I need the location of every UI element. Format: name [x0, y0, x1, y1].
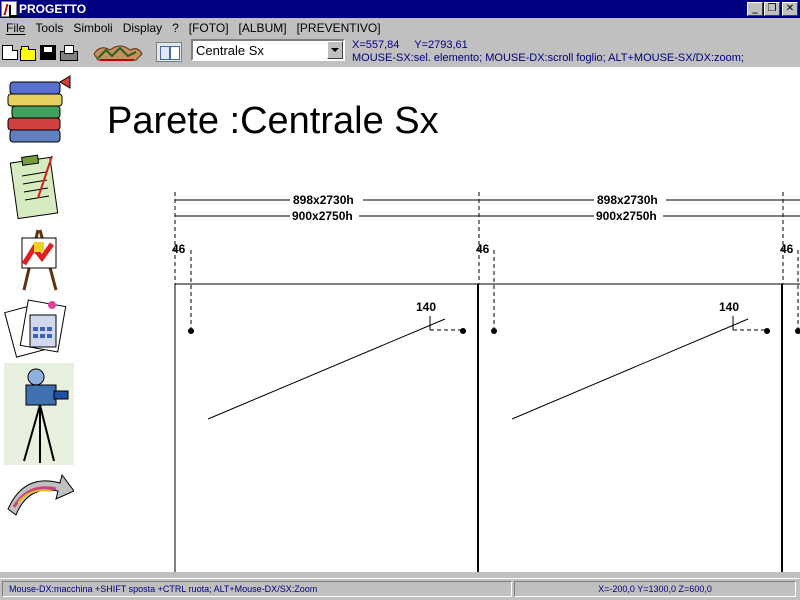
restore-button[interactable]: ❐ — [764, 2, 780, 16]
offset-label: 46 — [172, 242, 186, 256]
menu-file[interactable]: File — [0, 21, 30, 35]
window-title: PROGETTO — [19, 2, 87, 16]
anchor-point[interactable] — [188, 328, 194, 334]
opening-diagonal — [511, 318, 749, 420]
wall-selector-dropdown[interactable]: Centrale Sx — [191, 39, 345, 61]
arrow-banner-icon[interactable] — [4, 469, 74, 523]
wall-selector-value: Centrale Sx — [196, 43, 264, 58]
mark-label: 140 — [416, 300, 436, 314]
app-icon[interactable] — [1, 1, 17, 17]
opening-diagonal — [207, 318, 446, 420]
camera-tripod-icon[interactable] — [4, 363, 74, 465]
menu-help[interactable]: ? — [167, 21, 184, 35]
coord-y: Y=2793,61 — [414, 39, 468, 51]
status-bar: Mouse-DX:macchina +SHIFT sposta +CTRL ru… — [0, 578, 800, 598]
close-button[interactable]: ✕ — [782, 2, 798, 16]
anchor-point[interactable] — [795, 328, 800, 334]
dim-inner-label: 898x2730h — [293, 193, 354, 207]
sidebar — [0, 67, 80, 572]
books-icon[interactable] — [4, 72, 74, 148]
status-coordinates: X=-200,0 Y=1300,0 Z=600,0 — [514, 581, 796, 597]
menu-foto[interactable]: [FOTO] — [184, 21, 234, 35]
dim-outer-label: 900x2750h — [596, 209, 657, 223]
title-bar: PROGETTO _ ❐ ✕ — [0, 0, 800, 18]
mouse-hint: MOUSE-SX:sel. elemento; MOUSE-DX:scroll … — [352, 52, 744, 64]
print-icon[interactable] — [60, 45, 78, 61]
status-hint: Mouse-DX:macchina +SHIFT sposta +CTRL ru… — [2, 581, 512, 597]
dim-inner-label: 898x2730h — [597, 193, 658, 207]
menu-preventivo[interactable]: [PREVENTIVO] — [292, 21, 386, 35]
logo-icon[interactable] — [90, 40, 144, 64]
clipboard-checklist-icon[interactable] — [4, 150, 74, 220]
minimize-button[interactable]: _ — [747, 2, 763, 16]
cursor-coordinates: X=557,84 Y=2793,61 — [352, 39, 468, 51]
coord-x: X=557,84 — [352, 39, 400, 51]
open-folder-icon[interactable] — [20, 45, 36, 61]
dim-outer-label: 900x2750h — [292, 209, 353, 223]
menu-album[interactable]: [ALBUM] — [234, 21, 292, 35]
calculator-documents-icon[interactable] — [4, 293, 74, 361]
menu-simboli[interactable]: Simboli — [68, 21, 117, 35]
anchor-point[interactable] — [460, 328, 466, 334]
menu-display[interactable]: Display — [118, 21, 167, 35]
chevron-down-icon[interactable] — [327, 41, 343, 59]
offset-label: 46 — [780, 242, 794, 256]
anchor-point[interactable] — [764, 328, 770, 334]
mark-label: 140 — [719, 300, 739, 314]
anchor-point[interactable] — [491, 328, 497, 334]
new-document-icon[interactable] — [2, 45, 18, 60]
save-disk-icon[interactable] — [40, 45, 56, 60]
menu-bar: File Tools Simboli Display ? [FOTO] [ALB… — [0, 18, 800, 37]
view-mode-icon[interactable] — [156, 42, 182, 62]
easel-painting-icon[interactable] — [4, 224, 74, 292]
window-controls: _ ❐ ✕ — [746, 2, 798, 16]
page-title: Parete :Centrale Sx — [107, 100, 439, 142]
offset-label: 46 — [476, 242, 490, 256]
menu-tools[interactable]: Tools — [30, 21, 68, 35]
